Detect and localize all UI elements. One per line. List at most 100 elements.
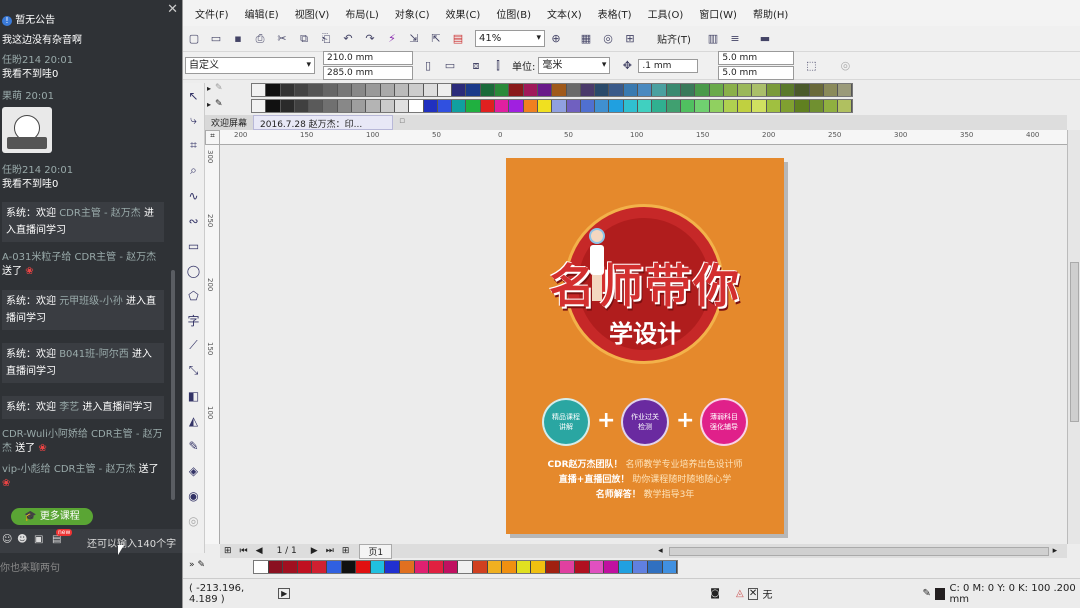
shape-tool-icon[interactable]: ⤷	[183, 108, 204, 133]
color-swatch[interactable]	[414, 561, 430, 573]
hscroll-left-icon[interactable]: ◂	[658, 546, 663, 556]
color-swatch[interactable]	[380, 84, 395, 96]
color-swatch[interactable]	[280, 84, 295, 96]
color-swatch[interactable]	[409, 84, 424, 96]
add-page-end-icon[interactable]: ⊞	[342, 546, 350, 556]
color-swatch[interactable]	[766, 84, 781, 96]
color-swatch[interactable]	[268, 561, 284, 573]
color-swatch[interactable]	[666, 84, 681, 96]
save-icon[interactable]: ▪	[229, 30, 247, 48]
full-screen-icon[interactable]: ▦	[577, 30, 595, 48]
color-swatch[interactable]	[795, 100, 810, 112]
color-swatch[interactable]	[523, 84, 538, 96]
color-swatch[interactable]	[341, 561, 357, 573]
color-swatch[interactable]	[823, 84, 839, 96]
new-file-icon[interactable]: ▢	[185, 30, 203, 48]
chat-input[interactable]: 你也来聊两句	[0, 553, 182, 608]
zoom-fit-icon[interactable]: ⊕	[547, 30, 565, 48]
all-pages-icon[interactable]: ⧈	[467, 57, 485, 75]
color-swatch[interactable]	[809, 84, 824, 96]
duplicate-x-field[interactable]: 5.0 mm	[718, 51, 795, 65]
color-swatch[interactable]	[738, 84, 753, 96]
color-swatch[interactable]	[648, 561, 663, 573]
color-swatch[interactable]	[623, 100, 639, 112]
face-icon[interactable]: ☻	[17, 534, 27, 545]
export-icon[interactable]: ⇱	[427, 30, 445, 48]
color-swatch[interactable]	[294, 100, 310, 112]
color-swatch[interactable]	[394, 100, 410, 112]
color-swatch[interactable]	[323, 84, 338, 96]
zoom-level-select[interactable]: 41%	[475, 30, 545, 47]
prev-page-icon[interactable]: ◀	[256, 546, 263, 556]
color-swatch[interactable]	[604, 561, 619, 573]
color-swatch[interactable]	[452, 84, 467, 96]
color-swatch[interactable]	[738, 100, 753, 112]
color-swatch[interactable]	[752, 100, 767, 112]
color-swatch[interactable]	[809, 100, 824, 112]
color-swatch[interactable]	[609, 100, 624, 112]
rectangle-tool-icon[interactable]: ▭	[183, 233, 204, 258]
menu-item[interactable]: 窗口(W)	[691, 6, 745, 21]
portrait-icon[interactable]: ▯	[419, 57, 437, 75]
hscroll-right-icon[interactable]: ▸	[1053, 546, 1058, 556]
artistic-media-icon[interactable]: ∾	[183, 208, 204, 233]
color-swatch[interactable]	[523, 100, 538, 112]
color-swatch[interactable]	[266, 84, 281, 96]
color-swatch[interactable]	[458, 561, 473, 573]
fill-tool-icon[interactable]: ◈	[183, 458, 204, 483]
color-swatch[interactable]	[266, 100, 281, 112]
page-size-select[interactable]: 自定义	[185, 57, 315, 74]
dimension-tool-icon[interactable]: ⟋	[183, 333, 204, 358]
color-swatch[interactable]	[495, 100, 510, 112]
color-swatch[interactable]	[394, 84, 410, 96]
first-page-icon[interactable]: ⏮	[240, 546, 248, 556]
ellipse-tool-icon[interactable]: ◯	[183, 258, 204, 283]
poster-page[interactable]: 名师带你 学设计 精品课程 讲解 + 作业过关 检测 + 薄弱科目 强化辅导 C…	[506, 158, 784, 534]
color-proof-icon[interactable]: ◙	[710, 588, 720, 599]
shadow-tool-icon[interactable]: ◧	[183, 383, 204, 408]
color-swatch[interactable]	[452, 100, 467, 112]
color-swatch[interactable]	[580, 84, 596, 96]
menu-item[interactable]: 文本(X)	[539, 6, 590, 21]
color-swatch[interactable]	[399, 561, 415, 573]
paste-icon[interactable]: ⎗	[317, 30, 335, 48]
menu-item[interactable]: 工具(O)	[640, 6, 692, 21]
color-swatch[interactable]	[560, 561, 576, 573]
color-swatch[interactable]	[509, 84, 524, 96]
color-swatch[interactable]	[723, 100, 739, 112]
color-swatch[interactable]	[552, 100, 567, 112]
zoom-tool-icon[interactable]: ⌕	[183, 158, 204, 183]
color-swatch[interactable]	[487, 561, 503, 573]
color-swatch[interactable]	[409, 100, 424, 112]
color-swatch[interactable]	[352, 84, 367, 96]
color-swatch[interactable]	[480, 100, 496, 112]
color-swatch[interactable]	[566, 100, 581, 112]
menu-item[interactable]: 视图(V)	[287, 6, 338, 21]
color-swatch[interactable]	[537, 84, 553, 96]
transparency-tool-icon[interactable]: ◭	[183, 408, 204, 433]
eyedropper-icon[interactable]: ✎	[215, 99, 223, 109]
color-swatch[interactable]	[252, 84, 267, 96]
scroll-thumb[interactable]	[1070, 262, 1079, 422]
color-swatch[interactable]	[309, 100, 324, 112]
menu-item[interactable]: 布局(L)	[337, 6, 386, 21]
crop-tool-icon[interactable]: ⌗	[183, 133, 204, 158]
color-swatch[interactable]	[609, 84, 624, 96]
page-tab[interactable]: 页1	[359, 543, 393, 559]
units-select[interactable]: 毫米	[538, 57, 611, 74]
color-swatch[interactable]	[356, 561, 371, 573]
print-icon[interactable]: ⎙	[251, 30, 269, 48]
color-swatch[interactable]	[795, 84, 810, 96]
tab-close-icon[interactable]: ▫	[393, 115, 411, 130]
color-swatch[interactable]	[337, 100, 353, 112]
image-icon[interactable]: ▣	[34, 534, 43, 545]
color-swatch[interactable]	[823, 100, 839, 112]
color-swatch[interactable]	[294, 84, 310, 96]
show-grid-icon[interactable]: ⊞	[621, 30, 639, 48]
landscape-icon[interactable]: ▭	[441, 57, 459, 75]
color-swatch[interactable]	[423, 100, 438, 112]
emoji-icon[interactable]: ☺	[2, 534, 12, 545]
vertical-scrollbar[interactable]	[1067, 130, 1080, 544]
eyedropper-icon[interactable]: ✎	[198, 560, 206, 570]
redo-icon[interactable]: ↷	[361, 30, 379, 48]
